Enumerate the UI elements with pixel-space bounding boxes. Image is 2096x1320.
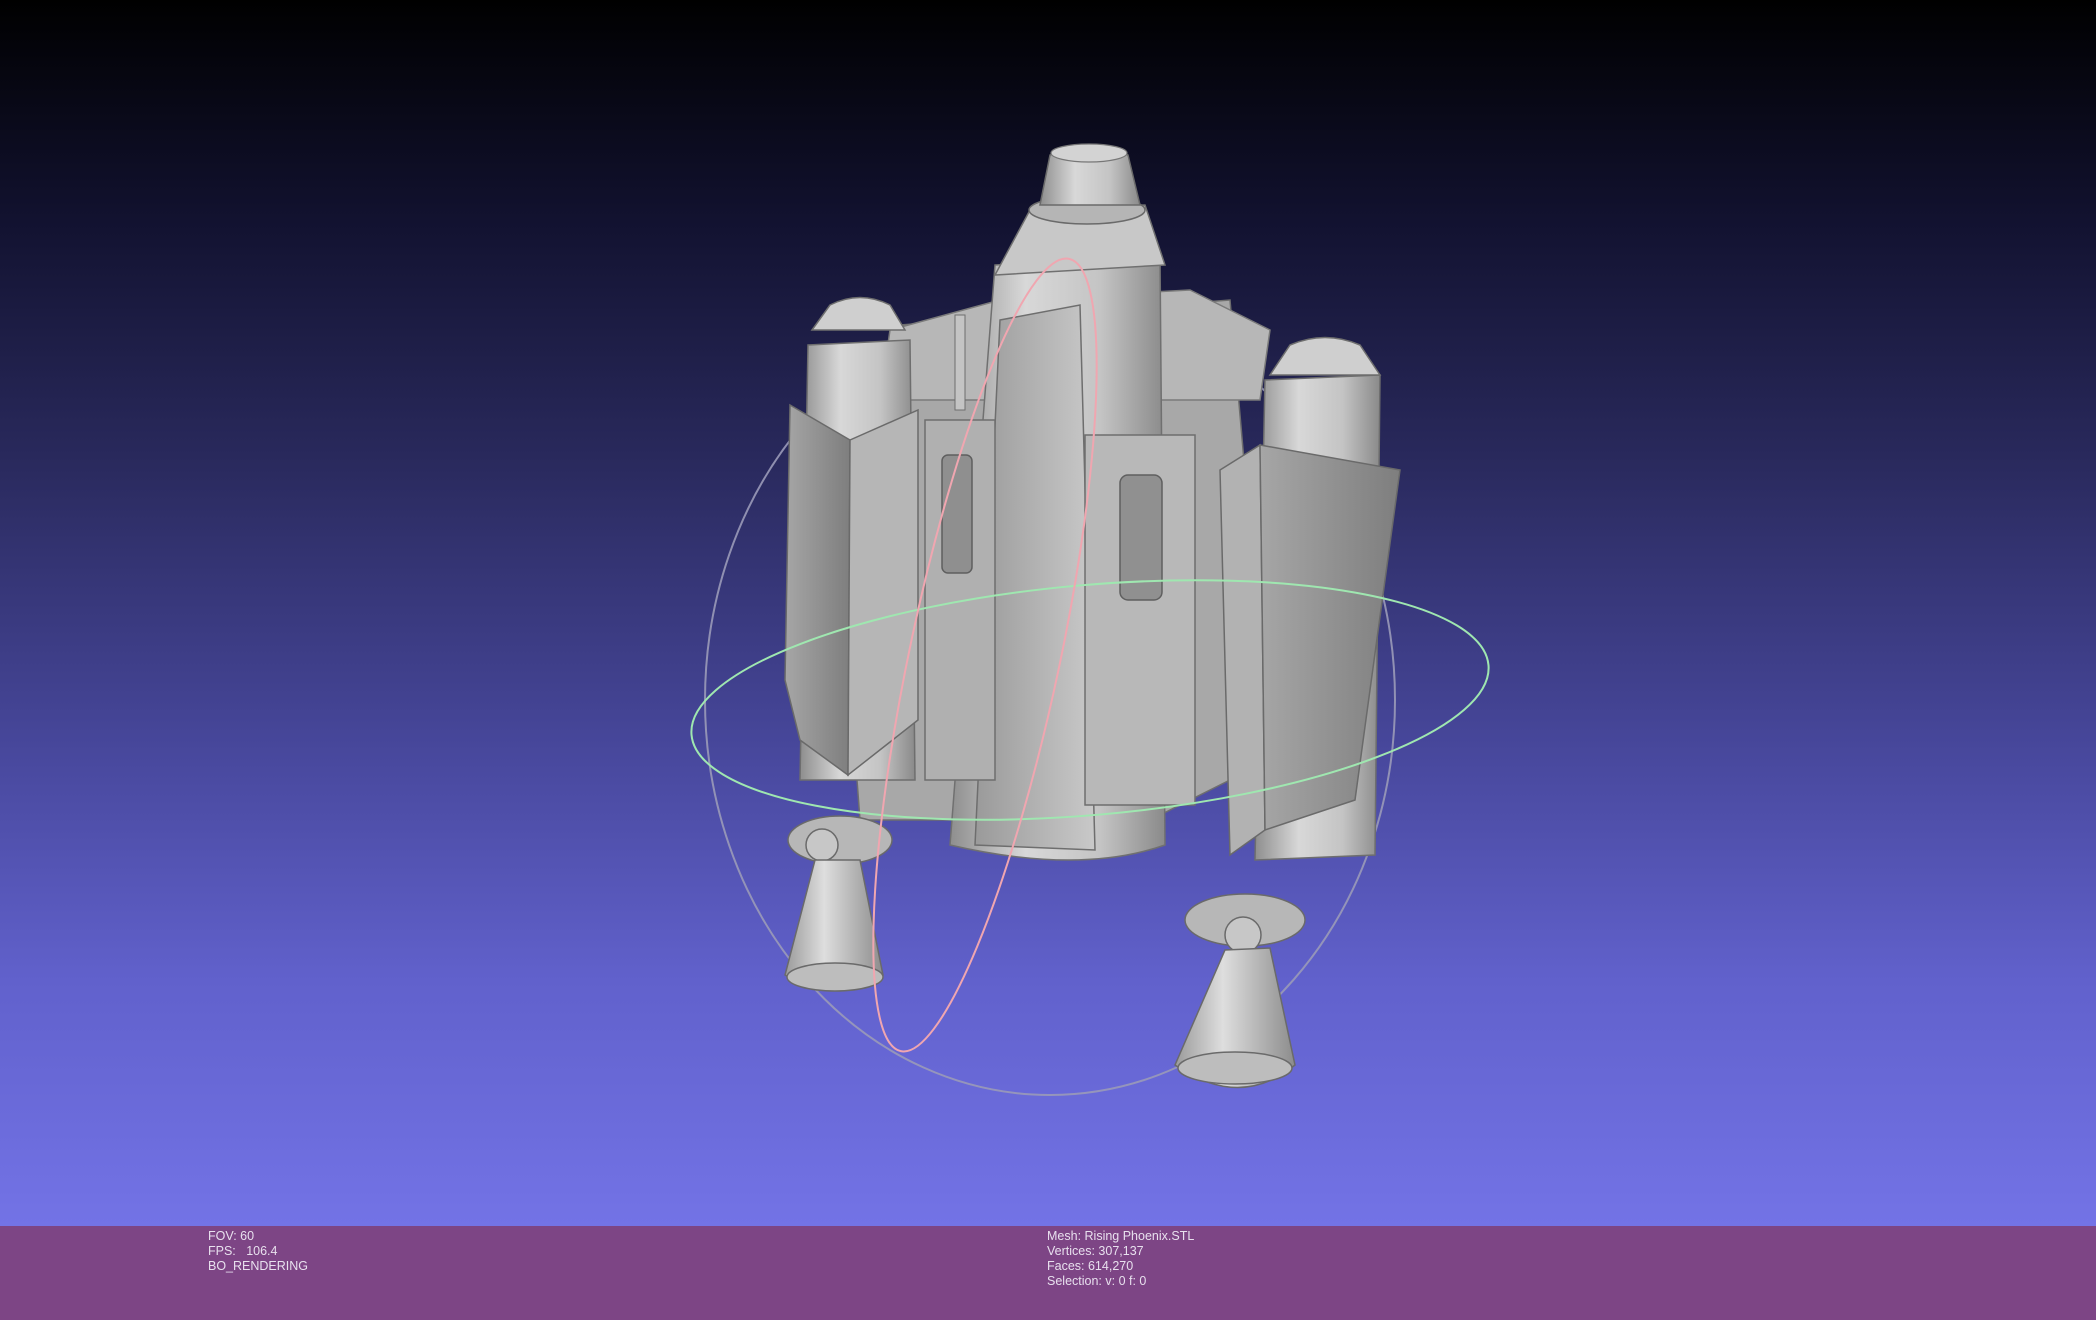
faces-readout: Faces: 614,270 <box>1047 1259 1134 1273</box>
3d-viewport[interactable] <box>0 0 2096 1226</box>
left-nozzle-collar <box>787 815 893 865</box>
mesh-name-readout: Mesh: Rising Phoenix.STL <box>1047 1229 1195 1243</box>
left-vent <box>941 454 973 574</box>
left-tank-cap <box>810 296 907 331</box>
right-nozzle-valve <box>1224 916 1262 954</box>
left-armor-outer <box>784 403 851 777</box>
vertices-readout: Vertices: 307,137 <box>1047 1244 1144 1258</box>
meshlab-window: FOV: 60 FPS: 106.4 BO_RENDERING Mesh: Ri… <box>0 0 2096 1320</box>
status-bar: FOV: 60 FPS: 106.4 BO_RENDERING Mesh: Ri… <box>0 1226 2096 1320</box>
mesh-info: Mesh: Rising Phoenix.STL Vertices: 307,1… <box>1047 1229 1194 1289</box>
render-info: FOV: 60 FPS: 106.4 BO_RENDERING <box>208 1229 308 1274</box>
left-armor-inner <box>847 408 919 777</box>
left-nozzle-rim <box>786 962 884 992</box>
right-nozzle-rim <box>1177 1051 1293 1085</box>
mesh-model[interactable] <box>784 143 1401 1089</box>
fps-readout: FPS: 106.4 <box>208 1244 278 1258</box>
render-mode-readout: BO_RENDERING <box>208 1259 309 1273</box>
fov-readout: FOV: 60 <box>208 1229 255 1243</box>
left-nozzle-valve <box>805 828 839 862</box>
viewport-canvas[interactable] <box>0 0 2096 1226</box>
center-tank-cap-top <box>1050 143 1128 163</box>
selection-readout: Selection: v: 0 f: 0 <box>1047 1274 1147 1288</box>
right-tank-cap <box>1268 336 1382 376</box>
antenna <box>954 314 966 411</box>
